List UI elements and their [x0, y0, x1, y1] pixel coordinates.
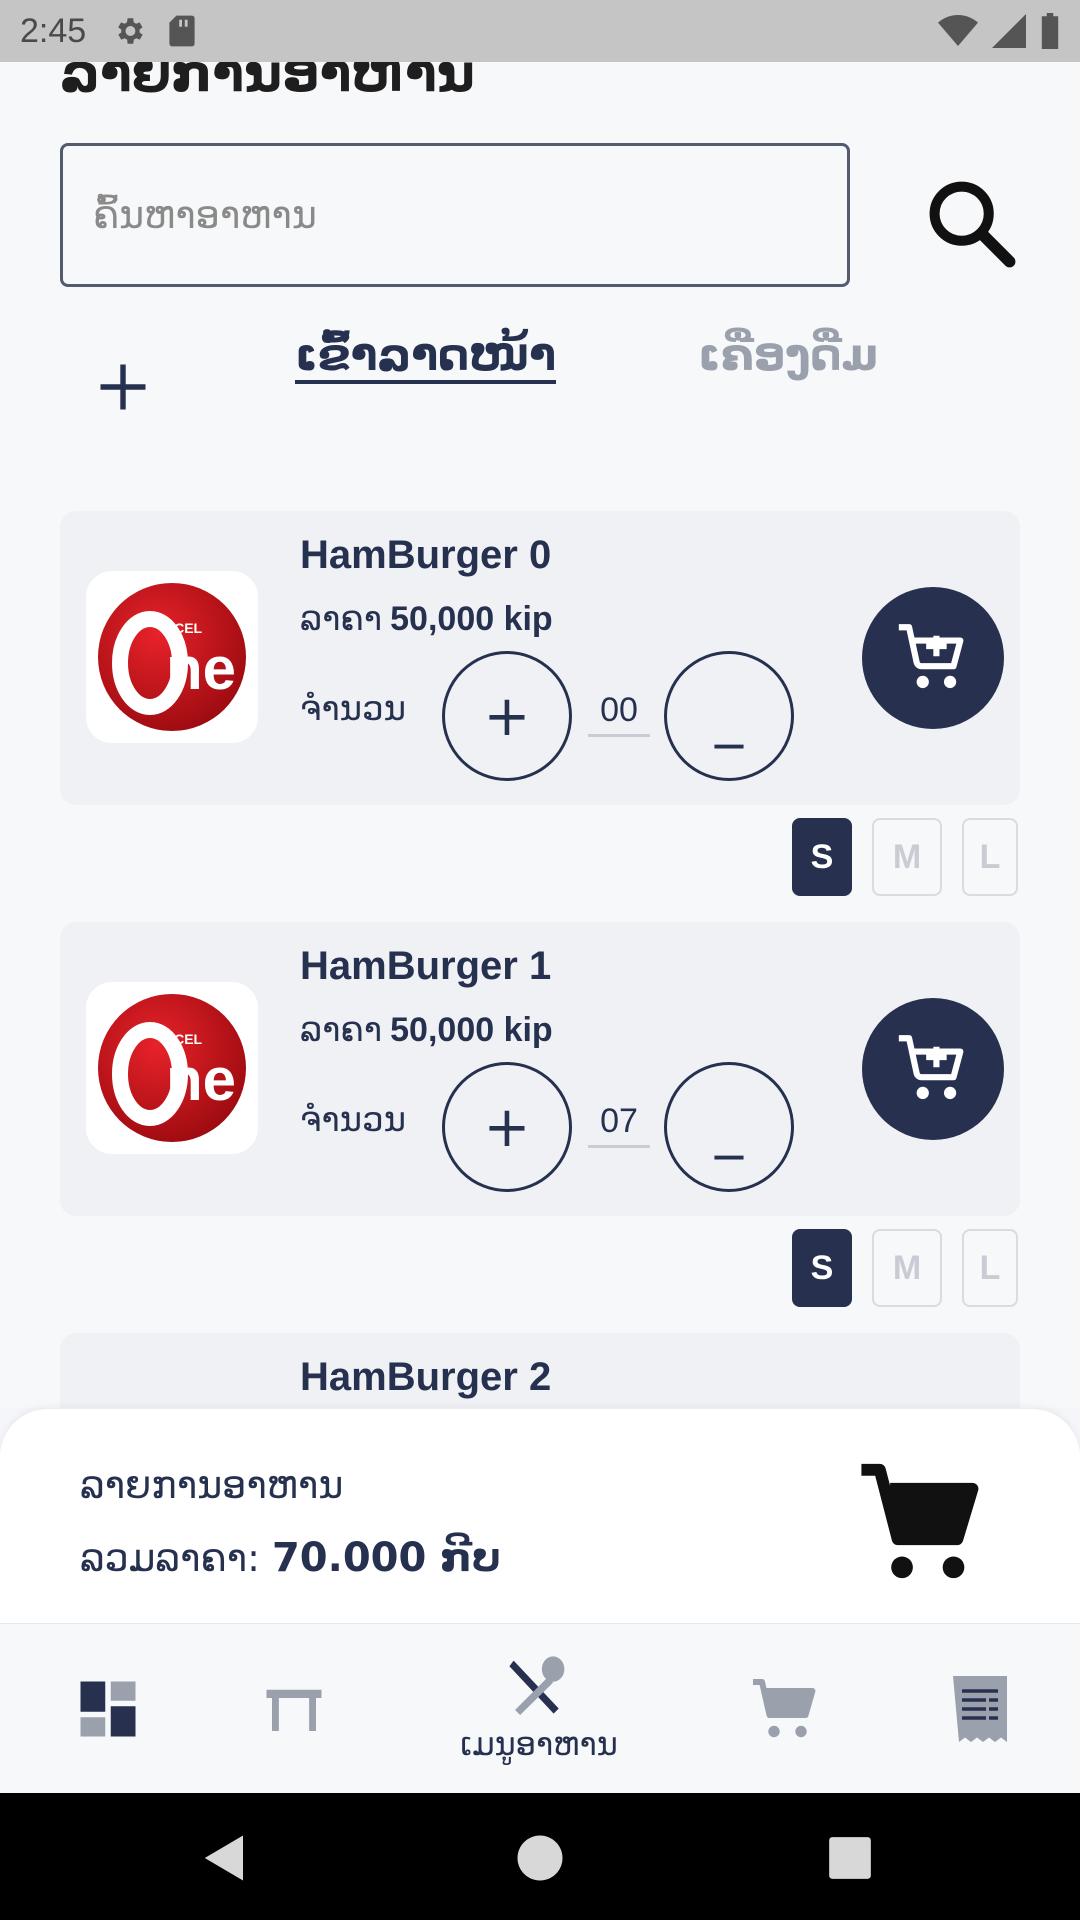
- table-icon: [266, 1689, 322, 1731]
- battery-icon: [1041, 13, 1059, 49]
- svg-text:ne: ne: [166, 1046, 236, 1113]
- nav-tables[interactable]: [244, 1624, 344, 1794]
- svg-text:ne: ne: [166, 635, 236, 702]
- size-s-button[interactable]: S: [792, 1229, 852, 1307]
- decrease-quantity-button[interactable]: _: [664, 651, 794, 781]
- food-name: HamBurger 2: [300, 1355, 552, 1399]
- settings-icon: [118, 18, 143, 44]
- summary-total: ລວມລາຄາ: 70.000 ກີບ: [80, 1535, 501, 1581]
- quantity-label: ຈຳນວນ: [300, 689, 406, 729]
- size-l-button[interactable]: L: [962, 1229, 1018, 1307]
- order-summary[interactable]: ລາຍການອາຫານ ລວມລາຄາ: 70.000 ກີບ: [0, 1409, 1080, 1623]
- tab-appetizer[interactable]: ເຂົ້າລາດໜ້າ: [295, 330, 556, 381]
- size-s-button[interactable]: S: [792, 818, 852, 896]
- price-label: ລາຄາ: [300, 1010, 383, 1050]
- bcel-one-logo: ne BCEL: [98, 994, 246, 1142]
- increase-quantity-button[interactable]: +: [442, 651, 572, 781]
- decrease-quantity-button[interactable]: _: [664, 1062, 794, 1192]
- food-card: ne BCEL HamBurger 1 ລາຄາ 50,000 kip ຈຳນວນ…: [60, 922, 1020, 1216]
- food-name: HamBurger 1: [300, 944, 552, 988]
- status-time: 2:45: [20, 11, 87, 50]
- food-menu-icon: [509, 1656, 565, 1716]
- cart-icon: [753, 1679, 816, 1738]
- cart-add-icon: [898, 624, 964, 689]
- price-value: 50,000 kip: [390, 600, 553, 638]
- home-icon: [517, 1835, 563, 1881]
- dashboard-icon: [80, 1681, 136, 1737]
- size-l-button[interactable]: L: [962, 818, 1018, 896]
- nav-food-menu-label: ເມນູອາຫານ: [460, 1725, 618, 1763]
- add-to-cart-button[interactable]: [862, 587, 1004, 729]
- signal-icon: [992, 14, 1026, 48]
- page-title: ລາຍການອາຫານ: [60, 62, 475, 104]
- svg-text:BCEL: BCEL: [164, 620, 203, 636]
- total-value: 70.000 ກີບ: [271, 1535, 501, 1581]
- receipt-icon: [953, 1676, 1007, 1742]
- add-to-cart-button[interactable]: [862, 998, 1004, 1140]
- size-selector: S M L: [792, 818, 1018, 896]
- system-home-button[interactable]: [505, 1823, 575, 1893]
- price-value: 50,000 kip: [390, 1011, 553, 1049]
- nav-dashboard[interactable]: [58, 1624, 158, 1794]
- increase-quantity-button[interactable]: +: [442, 1062, 572, 1192]
- cart-icon[interactable]: [856, 1459, 986, 1589]
- tab-drinks[interactable]: ເຄື່ອງດື່ມ: [698, 330, 878, 381]
- system-navigation-bar: [0, 1793, 1080, 1920]
- size-selector: S M L: [792, 1229, 1018, 1307]
- food-logo: ne BCEL: [86, 571, 258, 743]
- total-label: ລວມລາຄາ:: [80, 1536, 260, 1580]
- nav-cart[interactable]: [736, 1624, 836, 1794]
- nav-food-menu[interactable]: ເມນູອາຫານ: [434, 1624, 644, 1794]
- food-name: HamBurger 0: [300, 533, 552, 577]
- sd-card-icon: [169, 15, 195, 47]
- cart-add-icon: [898, 1035, 964, 1100]
- search-input[interactable]: ຄົ້ນຫາອາຫານ: [60, 143, 850, 287]
- system-recents-button[interactable]: [815, 1823, 885, 1893]
- food-card: HamBurger 2: [60, 1333, 1020, 1408]
- recents-icon: [829, 1837, 871, 1879]
- food-price: ລາຄາ 50,000 kip: [300, 1010, 553, 1050]
- back-icon: [204, 1835, 243, 1881]
- quantity-label: ຈຳນວນ: [300, 1100, 406, 1140]
- quantity-value[interactable]: 00: [588, 691, 650, 737]
- system-back-button[interactable]: [190, 1823, 260, 1893]
- size-m-button[interactable]: M: [872, 818, 942, 896]
- price-label: ລາຄາ: [300, 599, 383, 639]
- bcel-one-logo: ne BCEL: [98, 583, 246, 731]
- status-bar: 2:45: [0, 0, 1080, 62]
- summary-title: ລາຍການອາຫານ: [80, 1463, 344, 1507]
- svg-text:BCEL: BCEL: [164, 1031, 203, 1047]
- search-icon[interactable]: [920, 172, 1020, 272]
- food-logo: ne BCEL: [86, 982, 258, 1154]
- add-category-icon[interactable]: [96, 360, 150, 414]
- food-price: ລາຄາ 50,000 kip: [300, 599, 553, 639]
- nav-receipts[interactable]: [930, 1624, 1030, 1794]
- wifi-icon: [938, 15, 978, 46]
- quantity-value[interactable]: 07: [588, 1102, 650, 1148]
- bottom-navigation: ເມນູອາຫານ: [0, 1623, 1080, 1793]
- main-content[interactable]: ລາຍການອາຫານ ຄົ້ນຫາອາຫານ ເຂົ້າລາດໜ້າ ເຄື່…: [0, 62, 1080, 1408]
- size-m-button[interactable]: M: [872, 1229, 942, 1307]
- food-card: ne BCEL HamBurger 0 ລາຄາ 50,000 kip ຈຳນວນ…: [60, 511, 1020, 805]
